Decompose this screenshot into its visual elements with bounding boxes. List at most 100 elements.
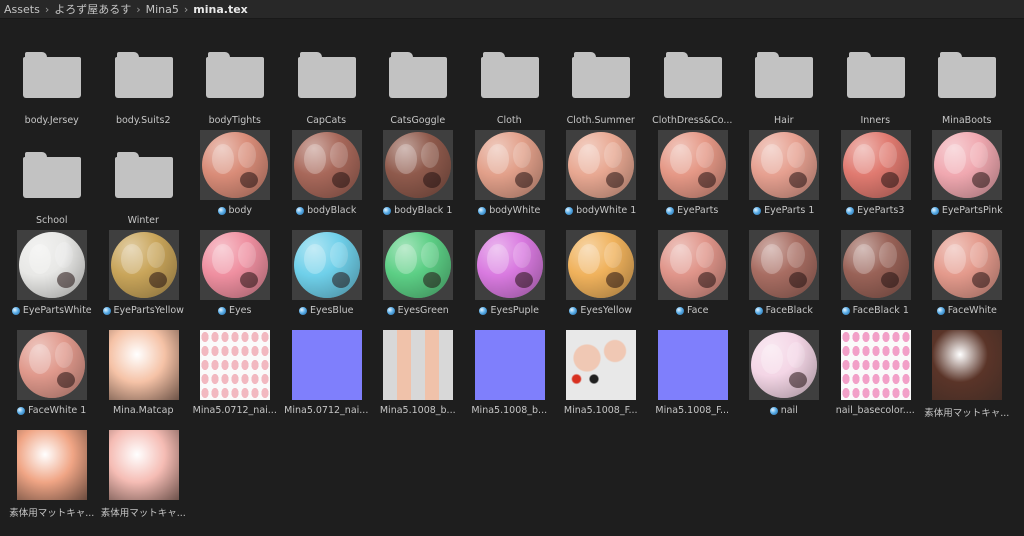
folder-icon xyxy=(749,40,819,110)
asset-label-text: nail_basecolor.... xyxy=(835,405,915,416)
asset-item[interactable]: Mina5.1008_F... xyxy=(555,330,647,428)
asset-item[interactable]: bodyWhite xyxy=(464,130,556,228)
asset-item[interactable]: bodyBlack xyxy=(281,130,373,228)
material-icon xyxy=(753,206,762,215)
asset-item[interactable]: 素体用マットキャ... xyxy=(921,330,1013,428)
asset-item[interactable]: EyesBlue xyxy=(281,230,373,328)
material-preview-sphere xyxy=(474,230,545,300)
asset-item[interactable]: 素体用マットキャ... xyxy=(98,430,190,528)
asset-item[interactable]: nail_basecolor.... xyxy=(830,330,922,428)
material-icon xyxy=(218,306,227,315)
asset-label-text: FaceBlack xyxy=(765,305,813,316)
asset-label: Eyes xyxy=(189,305,281,316)
folder-icon xyxy=(841,40,911,110)
asset-item[interactable]: EyePartsPink xyxy=(921,130,1013,228)
asset-item[interactable]: Mina5.0712_nai... xyxy=(281,330,373,428)
asset-label: bodyBlack xyxy=(281,205,373,216)
folder-item[interactable]: CapCats xyxy=(281,40,373,138)
material-preview-sphere xyxy=(17,230,87,300)
asset-item[interactable]: body xyxy=(189,130,281,228)
asset-item[interactable]: EyeParts 1 xyxy=(738,130,830,228)
material-icon xyxy=(754,306,763,315)
asset-item[interactable]: Eyes xyxy=(189,230,281,328)
asset-item[interactable]: EyesGreen xyxy=(372,230,464,328)
folder-icon xyxy=(566,40,636,110)
asset-label: Face xyxy=(647,305,739,316)
folder-item[interactable]: bodyTights xyxy=(189,40,281,138)
matcap-thumbnail xyxy=(17,430,87,500)
folder-item[interactable]: Inners xyxy=(830,40,922,138)
material-preview-sphere xyxy=(840,130,911,200)
material-preview-sphere xyxy=(566,130,636,200)
asset-item[interactable]: bodyWhite 1 xyxy=(555,130,647,228)
material-preview-sphere xyxy=(749,130,819,200)
material-icon xyxy=(676,306,684,315)
asset-item[interactable]: EyePartsYellow xyxy=(98,230,190,328)
asset-label-text: Winter xyxy=(127,215,159,226)
asset-item[interactable]: EyesYellow xyxy=(555,230,647,328)
asset-item[interactable]: FaceWhite xyxy=(921,230,1013,328)
asset-label: EyePartsWhite xyxy=(6,305,98,316)
asset-item[interactable]: EyeParts xyxy=(647,130,739,228)
asset-item[interactable]: FaceBlack 1 xyxy=(830,230,922,328)
asset-item[interactable]: bodyBlack 1 xyxy=(372,130,464,228)
asset-item[interactable]: EyeParts3 xyxy=(830,130,922,228)
asset-item[interactable]: Mina5.1008_b... xyxy=(372,330,464,428)
asset-label-text: nail xyxy=(780,405,798,416)
asset-item[interactable]: nail xyxy=(738,330,830,428)
material-preview-sphere xyxy=(749,230,819,300)
asset-label-text: 素体用マットキャ... xyxy=(9,508,95,519)
folder-item[interactable]: Cloth xyxy=(464,40,556,138)
texture-thumbnail xyxy=(200,330,270,400)
folder-item[interactable]: School xyxy=(6,140,98,238)
matcap-thumbnail xyxy=(932,330,1002,400)
asset-item[interactable]: Face xyxy=(647,230,739,328)
folder-item[interactable]: body.Suits2 xyxy=(98,40,190,138)
material-icon xyxy=(479,306,488,315)
asset-label: Cloth xyxy=(464,115,556,126)
folder-item[interactable]: Hair xyxy=(738,40,830,138)
asset-label-text: EyeParts 1 xyxy=(764,205,815,216)
asset-label-text: FaceWhite 1 xyxy=(28,405,87,416)
material-preview-sphere xyxy=(383,230,453,300)
asset-label: bodyWhite 1 xyxy=(555,205,647,216)
material-preview-sphere xyxy=(932,130,1002,200)
asset-item[interactable]: FaceWhite 1 xyxy=(6,330,98,428)
asset-item[interactable]: Mina.Matcap xyxy=(98,330,190,428)
material-icon xyxy=(846,206,855,215)
asset-label-text: EyeParts xyxy=(677,205,719,216)
matcap-thumbnail xyxy=(108,430,179,500)
asset-label: FaceBlack 1 xyxy=(830,305,922,316)
folder-item[interactable]: ClothDress&Co... xyxy=(647,40,739,138)
asset-item[interactable]: Mina5.0712_nai... xyxy=(189,330,281,428)
asset-label: MinaBoots xyxy=(921,115,1013,126)
asset-label: EyesGreen xyxy=(372,305,464,316)
asset-item[interactable]: Mina5.1008_b... xyxy=(464,330,556,428)
folder-icon xyxy=(17,40,87,110)
folder-item[interactable]: Winter xyxy=(98,140,190,238)
asset-label-text: CatsGoggle xyxy=(390,115,446,126)
material-preview-sphere xyxy=(383,130,453,200)
material-icon xyxy=(217,206,226,215)
asset-label: ClothDress&Co... xyxy=(647,115,739,126)
asset-label: EyePartsYellow xyxy=(98,305,190,316)
asset-label-text: body.Suits2 xyxy=(115,115,171,126)
folder-icon xyxy=(292,40,362,110)
asset-label-text: EyesGreen xyxy=(397,305,449,316)
asset-label-text: Inners xyxy=(860,115,891,126)
asset-label: bodyTights xyxy=(189,115,281,126)
asset-label-text: Eyes xyxy=(229,305,252,316)
asset-item[interactable]: FaceBlack xyxy=(738,230,830,328)
asset-label-text: EyeParts3 xyxy=(857,205,905,216)
material-preview-sphere xyxy=(291,130,362,200)
asset-item[interactable]: EyePartsWhite xyxy=(6,230,98,328)
folder-item[interactable]: CatsGoggle xyxy=(372,40,464,138)
folder-item[interactable]: body.Jersey xyxy=(6,40,98,138)
asset-label-text: Mina5.1008_b... xyxy=(379,405,456,416)
asset-item[interactable]: Mina5.1008_F... xyxy=(647,330,739,428)
folder-item[interactable]: MinaBoots xyxy=(921,40,1013,138)
folder-item[interactable]: Cloth.Summer xyxy=(555,40,647,138)
asset-item[interactable]: 素体用マットキャ... xyxy=(6,430,98,528)
asset-label-text: EyePartsYellow xyxy=(113,305,184,316)
asset-item[interactable]: EyesPuple xyxy=(464,230,556,328)
